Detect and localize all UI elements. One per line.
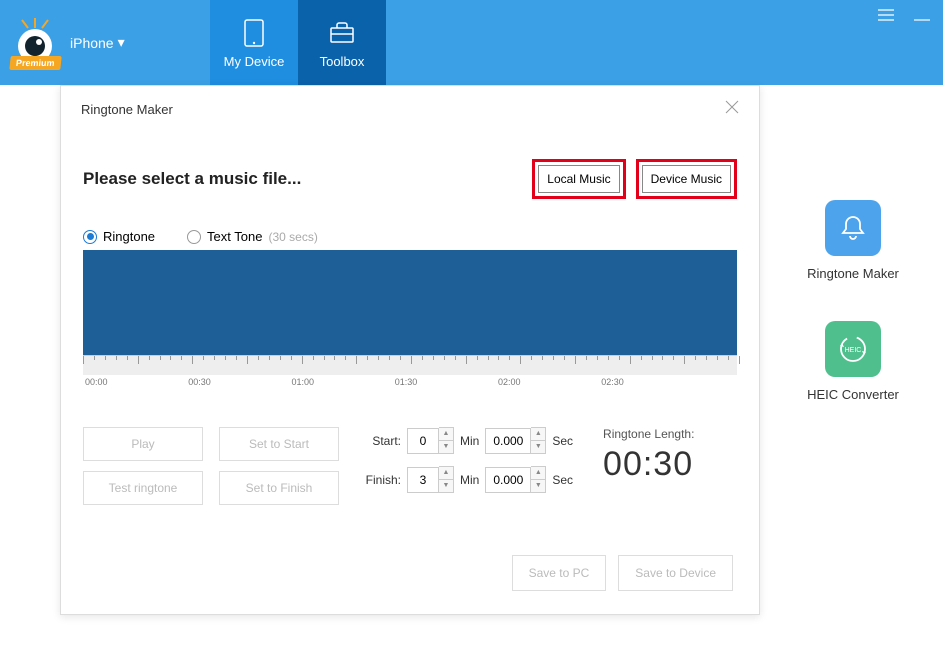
start-label: Start: — [359, 434, 401, 448]
tablet-icon — [237, 16, 271, 50]
ringtone-maker-dialog: Ringtone Maker Please select a music fil… — [60, 85, 760, 615]
side-tools: Ringtone Maker HEIC HEIC Converter — [763, 200, 943, 402]
time-tick: 01:30 — [395, 377, 418, 387]
save-to-pc-button[interactable]: Save to PC — [512, 555, 607, 591]
close-button[interactable] — [725, 100, 739, 119]
time-tick: 01:00 — [292, 377, 315, 387]
radio-ringtone[interactable]: Ringtone — [83, 229, 155, 244]
app-logo: Premium — [10, 18, 60, 68]
device-music-button[interactable]: Device Music — [642, 165, 731, 193]
controls-row: Play Test ringtone Set to Start Set to F… — [83, 427, 737, 505]
min-unit: Min — [460, 434, 479, 448]
start-min-field[interactable] — [407, 428, 439, 454]
spin-down-icon[interactable]: ▼ — [439, 480, 453, 493]
finish-min-field[interactable] — [407, 467, 439, 493]
spin-up-icon[interactable]: ▲ — [531, 467, 545, 480]
play-button[interactable]: Play — [83, 427, 203, 461]
spin-down-icon[interactable]: ▼ — [531, 480, 545, 493]
time-tick: 00:30 — [188, 377, 211, 387]
select-music-row: Please select a music file... Local Musi… — [83, 159, 737, 199]
tool-ringtone-maker[interactable]: Ringtone Maker — [807, 200, 899, 281]
finish-min-input[interactable]: ▲▼ — [407, 466, 454, 493]
menu-icon[interactable] — [877, 8, 895, 22]
start-min-input[interactable]: ▲▼ — [407, 427, 454, 454]
bell-icon — [825, 200, 881, 256]
highlight-local: Local Music — [532, 159, 625, 199]
spin-up-icon[interactable]: ▲ — [439, 428, 453, 441]
radio-label: Ringtone — [103, 229, 155, 244]
tab-label: My Device — [224, 54, 285, 69]
heic-icon: HEIC — [825, 321, 881, 377]
spin-up-icon[interactable]: ▲ — [531, 428, 545, 441]
tool-label: HEIC Converter — [807, 387, 899, 402]
dialog-header: Ringtone Maker — [61, 86, 759, 133]
music-source-buttons: Local Music Device Music — [532, 159, 737, 199]
highlight-device: Device Music — [636, 159, 737, 199]
spin-down-icon[interactable]: ▼ — [439, 441, 453, 454]
premium-badge: Premium — [9, 56, 61, 70]
tab-label: Toolbox — [320, 54, 365, 69]
time-inputs: Start: ▲▼ Min ▲▼ Sec Finish: — [359, 427, 573, 505]
window-controls — [877, 8, 931, 22]
device-selector[interactable]: iPhone ▾ — [70, 34, 125, 51]
save-to-device-button[interactable]: Save to Device — [618, 555, 733, 591]
device-label-text: iPhone — [70, 35, 114, 51]
local-music-button[interactable]: Local Music — [538, 165, 619, 193]
waveform-area[interactable] — [83, 250, 737, 355]
logo-area: Premium iPhone ▾ — [0, 0, 210, 85]
time-tick: 02:00 — [498, 377, 521, 387]
top-bar: Premium iPhone ▾ My Device Toolbox — [0, 0, 943, 85]
start-row: Start: ▲▼ Min ▲▼ Sec — [359, 427, 573, 454]
tool-label: Ringtone Maker — [807, 266, 899, 281]
play-col: Play Test ringtone — [83, 427, 203, 505]
tool-heic-converter[interactable]: HEIC HEIC Converter — [807, 321, 899, 402]
length-value: 00:30 — [603, 445, 694, 484]
chevron-down-icon: ▾ — [118, 34, 125, 51]
set-col: Set to Start Set to Finish — [219, 427, 339, 505]
minimize-icon[interactable] — [913, 8, 931, 22]
tone-type-radios: Ringtone Text Tone (30 secs) — [83, 229, 737, 244]
set-finish-button[interactable]: Set to Finish — [219, 471, 339, 505]
finish-label: Finish: — [359, 473, 401, 487]
toolbox-icon — [325, 16, 359, 50]
dialog-footer: Save to PC Save to Device — [83, 555, 737, 591]
ringtone-length: Ringtone Length: 00:30 — [603, 427, 694, 505]
finish-sec-field[interactable] — [485, 467, 531, 493]
length-title: Ringtone Length: — [603, 427, 694, 441]
dialog-title: Ringtone Maker — [81, 102, 173, 117]
time-labels: 00:00 00:30 01:00 01:30 02:00 02:30 — [83, 377, 626, 387]
start-sec-input[interactable]: ▲▼ — [485, 427, 546, 454]
time-tick: 00:00 — [85, 377, 108, 387]
svg-text:HEIC: HEIC — [845, 347, 862, 354]
radio-sub: (30 secs) — [268, 230, 317, 244]
radio-icon — [83, 230, 97, 244]
radio-icon — [187, 230, 201, 244]
tab-my-device[interactable]: My Device — [210, 0, 298, 85]
sec-unit: Sec — [552, 473, 573, 487]
finish-row: Finish: ▲▼ Min ▲▼ Sec — [359, 466, 573, 493]
spin-up-icon[interactable]: ▲ — [439, 467, 453, 480]
radio-label: Text Tone — [207, 229, 262, 244]
select-music-message: Please select a music file... — [83, 169, 301, 189]
tab-toolbox[interactable]: Toolbox — [298, 0, 386, 85]
close-icon — [725, 100, 739, 114]
min-unit: Min — [460, 473, 479, 487]
spin-down-icon[interactable]: ▼ — [531, 441, 545, 454]
set-start-button[interactable]: Set to Start — [219, 427, 339, 461]
finish-sec-input[interactable]: ▲▼ — [485, 466, 546, 493]
test-ringtone-button[interactable]: Test ringtone — [83, 471, 203, 505]
start-sec-field[interactable] — [485, 428, 531, 454]
time-ruler — [83, 355, 737, 375]
time-tick: 02:30 — [601, 377, 624, 387]
sec-unit: Sec — [552, 434, 573, 448]
radio-text-tone[interactable]: Text Tone (30 secs) — [187, 229, 318, 244]
